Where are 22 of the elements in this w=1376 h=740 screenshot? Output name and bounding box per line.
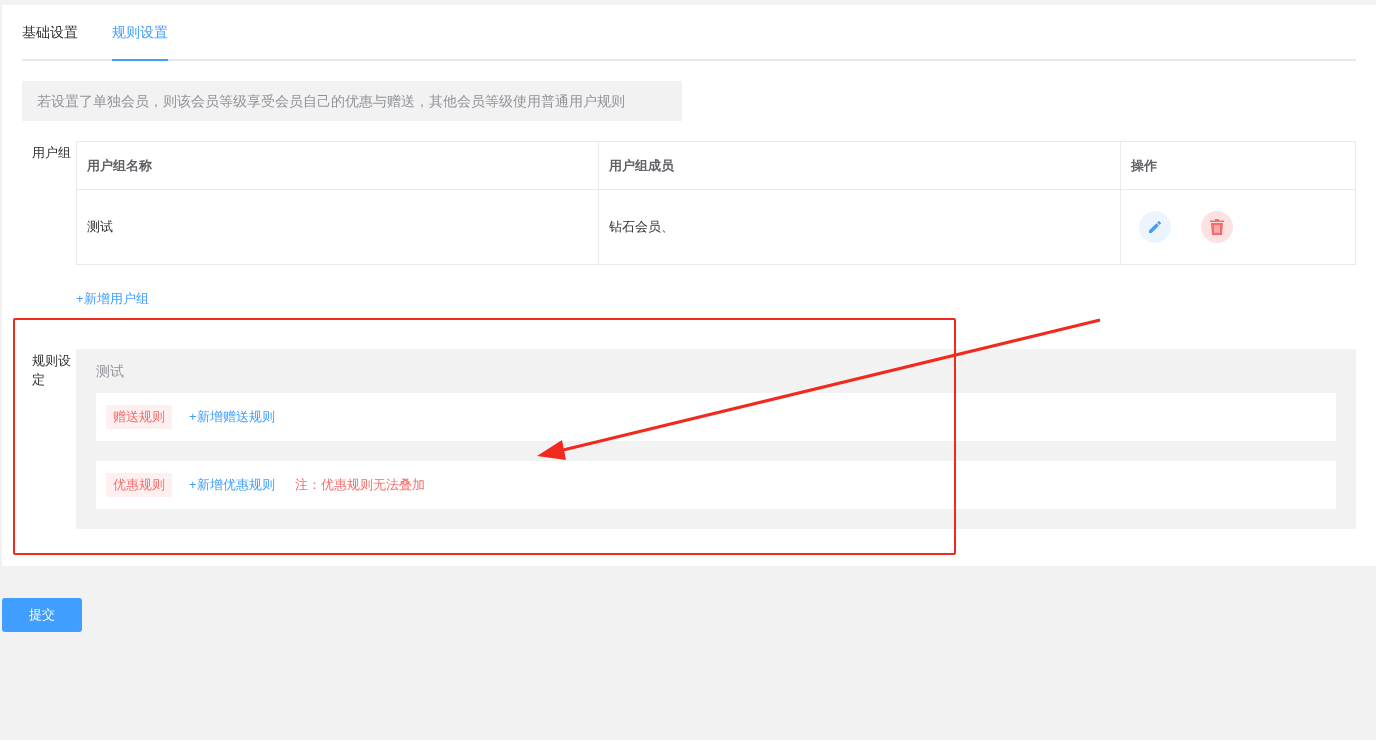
table-cell: 钻石会员、 bbox=[598, 189, 1121, 265]
add-rule-link[interactable]: +新增优惠规则 bbox=[189, 474, 275, 495]
rule-note: 注：优惠规则无法叠加 bbox=[294, 475, 425, 494]
add-user-group-link[interactable]: +新增用户组 bbox=[76, 289, 149, 309]
tab[interactable]: 规则设置 bbox=[112, 5, 168, 61]
table-header-cell: 操作 bbox=[1120, 141, 1356, 190]
group-name: 测试 bbox=[96, 361, 124, 381]
rule-tag: 赠送规则 bbox=[106, 404, 172, 429]
pencil-icon bbox=[1147, 219, 1163, 235]
delete-button[interactable] bbox=[1201, 211, 1233, 243]
add-rule-link[interactable]: +新增赠送规则 bbox=[189, 406, 275, 427]
edit-button[interactable] bbox=[1139, 211, 1171, 243]
notice-banner: 若设置了单独会员，则该会员等级享受会员自己的优惠与赠送，其他会员等级使用普通用户规则 bbox=[22, 81, 682, 121]
tab[interactable]: 基础设置 bbox=[22, 5, 78, 61]
table-cell: 测试 bbox=[76, 189, 599, 265]
section-label: 用户组 bbox=[31, 144, 72, 162]
section-label: 规则设定 bbox=[31, 351, 72, 389]
trash-icon bbox=[1210, 219, 1224, 235]
submit-button[interactable]: 提交 bbox=[2, 598, 82, 632]
rule-tag: 优惠规则 bbox=[106, 472, 172, 497]
table-header-cell: 用户组成员 bbox=[598, 141, 1121, 190]
table-header-cell: 用户组名称 bbox=[76, 141, 599, 190]
